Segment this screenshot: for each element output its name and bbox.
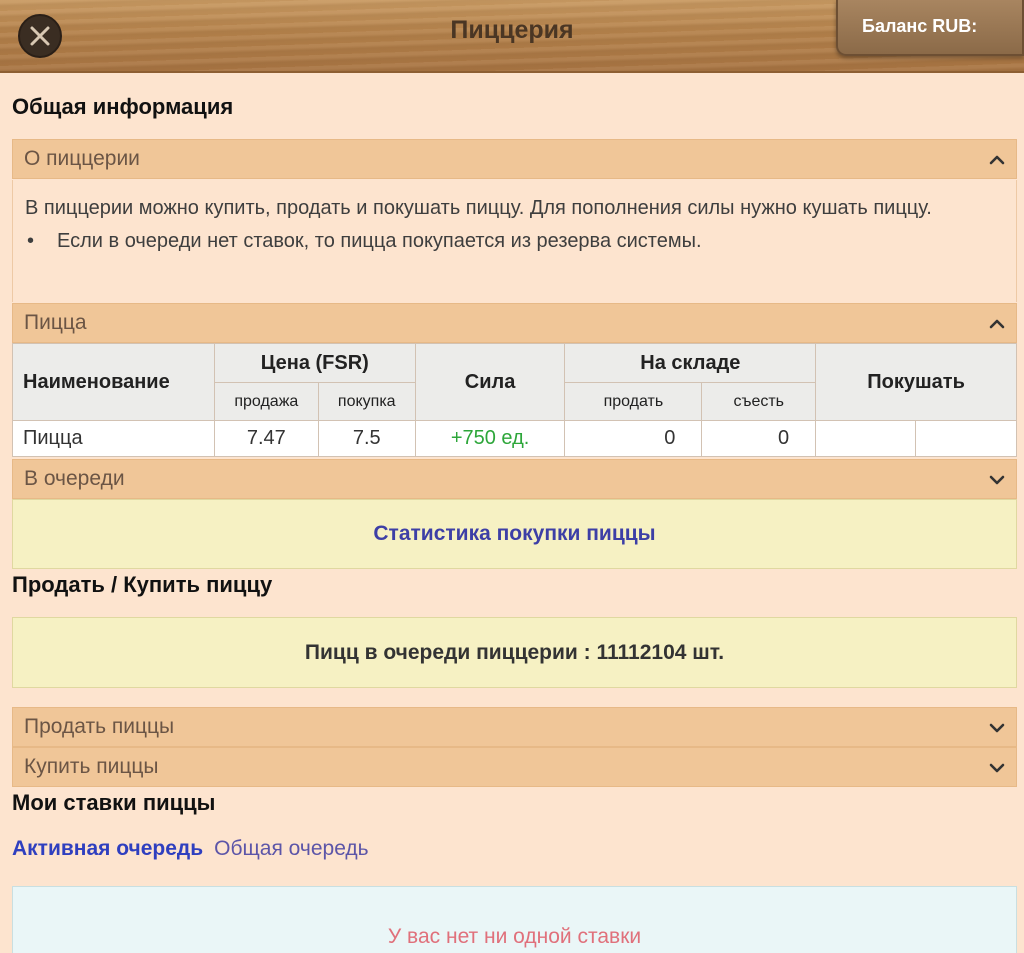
about-section-body: В пиццерии можно купить, продать и покуш…: [12, 180, 1017, 302]
bids-tabs: Активная очередь Общая очередь: [12, 837, 369, 861]
pizza-section-title: Пицца: [24, 311, 87, 334]
pizza-table: Наименование Цена (FSR) Сила На складе П…: [12, 343, 1017, 457]
col-strength-header: Сила: [414, 343, 566, 421]
chevron-down-icon: [989, 763, 1005, 773]
row-stock-sell: 0: [564, 420, 703, 457]
row-name: Пицца: [12, 420, 215, 457]
queue-section-title: В очереди: [24, 467, 125, 490]
sell-section-header[interactable]: Продать пиццы: [12, 707, 1017, 747]
about-bullet: • Если в очереди нет ставок, то пицца по…: [25, 225, 1004, 258]
col-name-header: Наименование: [12, 343, 215, 421]
bullet-dot: •: [27, 230, 35, 252]
chevron-down-icon: [989, 475, 1005, 485]
table-row: Пицца 7.47 7.5 +750 ед. 0 0: [12, 420, 1017, 457]
chevron-down-icon: [989, 723, 1005, 733]
about-section-header[interactable]: О пиццерии: [12, 139, 1017, 179]
general-info-heading: Общая информация: [12, 94, 234, 119]
about-section-title: О пиццерии: [24, 147, 140, 170]
buy-section-header[interactable]: Купить пиццы: [12, 747, 1017, 787]
about-bullet-text: Если в очереди нет ставок, то пицца поку…: [57, 230, 702, 252]
col-price-header: Цена (FSR): [213, 343, 416, 383]
about-text: В пиццерии можно купить, продать и покуш…: [25, 197, 932, 219]
col-stock-sell-header: продать: [564, 382, 703, 421]
chevron-up-icon: [989, 155, 1005, 165]
bids-empty-box: У вас нет ни одной ставки: [12, 886, 1017, 953]
row-sell-price: 7.47: [213, 420, 319, 457]
balance-panel: Баланс RUB:: [836, 0, 1024, 56]
pizza-section-header[interactable]: Пицца: [12, 303, 1017, 343]
row-eat-input-cell[interactable]: [815, 420, 917, 457]
tab-active-queue[interactable]: Активная очередь: [12, 837, 203, 861]
row-eat-action-cell[interactable]: [915, 420, 1017, 457]
row-stock-eat: 0: [701, 420, 817, 457]
queue-info-text: Пицц в очереди пиццерии : 11112104 шт.: [304, 640, 725, 664]
col-eat-header: Покушать: [815, 343, 1017, 421]
queue-section-header[interactable]: В очереди: [12, 459, 1017, 499]
queue-info-box: Пицц в очереди пиццерии : 11112104 шт.: [12, 617, 1017, 688]
sell-section-title: Продать пиццы: [24, 715, 175, 738]
bids-empty-message: У вас нет ни одной ставки: [387, 925, 642, 948]
col-price-buy-header: покупка: [317, 382, 416, 421]
col-stock-header: На складе: [564, 343, 817, 383]
col-price-sell-header: продажа: [213, 382, 319, 421]
buy-section-title: Купить пиццы: [24, 755, 159, 778]
row-buy-price: 7.5: [317, 420, 416, 457]
stats-box: Статистика покупки пиццы: [12, 499, 1017, 569]
trade-heading: Продать / Купить пиццу: [12, 572, 273, 597]
balance-label: Баланс RUB:: [862, 16, 978, 36]
tab-general-queue[interactable]: Общая очередь: [214, 837, 368, 861]
pizza-stats-link[interactable]: Статистика покупки пиццы: [373, 522, 655, 546]
chevron-up-icon: [989, 319, 1005, 329]
bids-heading: Мои ставки пиццы: [12, 790, 216, 815]
app-header: Пиццерия Баланс RUB:: [0, 0, 1024, 73]
row-strength: +750 ед.: [414, 420, 566, 457]
col-stock-eat-header: съесть: [701, 382, 817, 421]
